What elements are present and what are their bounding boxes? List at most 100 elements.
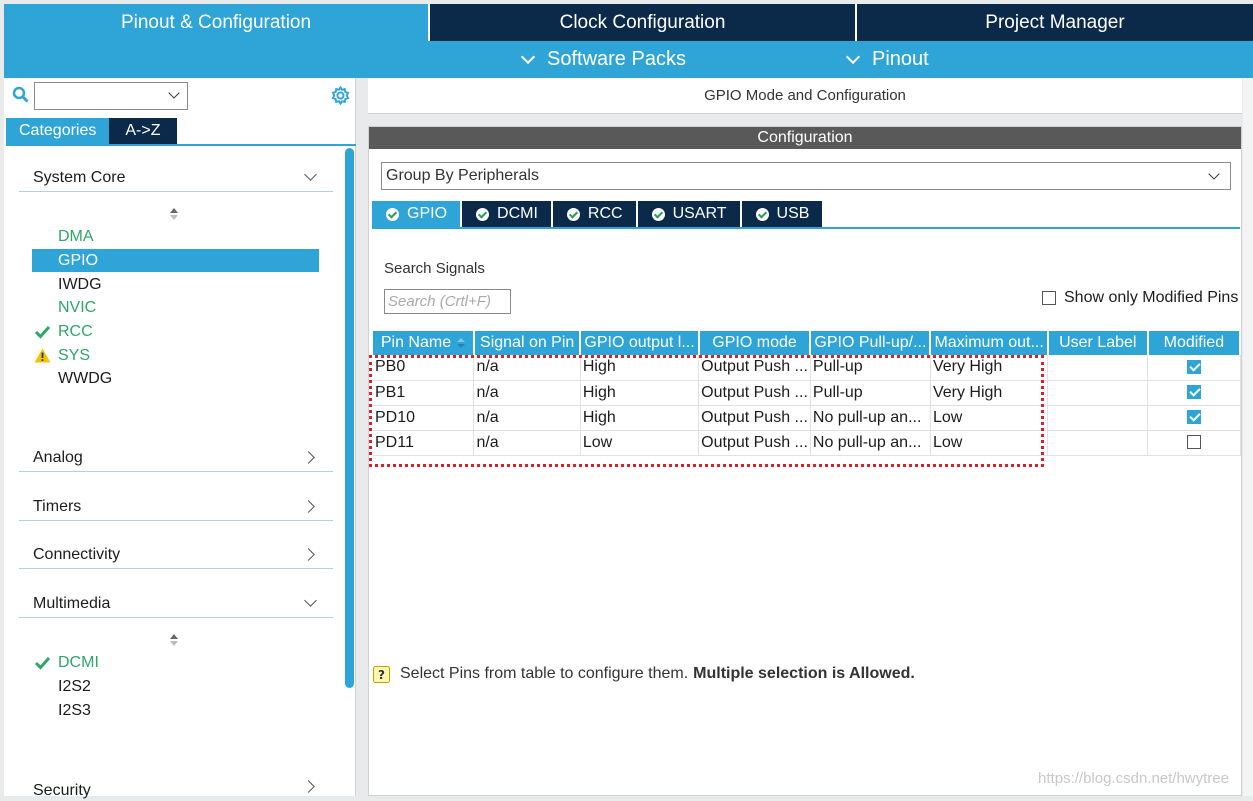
group-analog[interactable]: Analog — [19, 444, 333, 472]
cell-speed: Low — [930, 430, 1049, 456]
col-user-label[interactable]: User Label — [1047, 331, 1149, 355]
tab-categories[interactable]: Categories — [6, 118, 110, 144]
chevron-down-icon — [1208, 168, 1220, 180]
list-item-i2s2[interactable]: I2S2 — [32, 675, 319, 698]
list-item-gpio[interactable]: GPIO — [32, 249, 319, 272]
cell-pin: PB1 — [373, 380, 475, 406]
list-item-sys[interactable]: SYS — [32, 344, 319, 367]
cell-signal: n/a — [473, 405, 581, 431]
sub-menu-bar: Software Packs Pinout — [4, 41, 1253, 78]
tab-label: GPIO — [407, 205, 448, 222]
show-modified-label: Show only Modified Pins — [1064, 289, 1239, 306]
col-signal[interactable]: Signal on Pin — [473, 331, 582, 355]
show-modified-checkbox[interactable]: Show only Modified Pins — [1042, 289, 1238, 307]
cell-modified — [1147, 355, 1241, 381]
modified-checkbox[interactable] — [1186, 410, 1201, 425]
check-icon — [34, 325, 51, 339]
col-output-level[interactable]: GPIO output l... — [580, 331, 700, 355]
col-modified[interactable]: Modified — [1147, 331, 1242, 355]
list-item-dcmi[interactable]: DCMI — [32, 651, 319, 674]
group-label: Connectivity — [33, 546, 121, 563]
table-row[interactable]: PD10 n/a High Output Push ... No pull-up… — [373, 405, 1241, 431]
group-timers[interactable]: Timers — [19, 493, 333, 521]
cell-level: High — [580, 380, 700, 406]
tab-dcmi[interactable]: DCMI — [462, 201, 551, 227]
col-gpio-mode[interactable]: GPIO mode — [698, 331, 812, 355]
list-item-label: DCMI — [58, 654, 99, 671]
list-item-wwdg[interactable]: WWDG — [32, 367, 319, 390]
chevron-down-icon — [304, 168, 317, 181]
table-header-row: Pin Name Signal on Pin GPIO output l... … — [373, 331, 1242, 355]
check-icon — [34, 656, 51, 670]
list-item-i2s3[interactable]: I2S3 — [32, 699, 319, 722]
cell-signal: n/a — [473, 380, 581, 406]
cell-pull: Pull-up — [810, 355, 931, 381]
tab-project-manager[interactable]: Project Manager — [857, 4, 1253, 41]
cell-speed: Low — [930, 405, 1049, 431]
list-item-nvic[interactable]: NVIC — [32, 296, 319, 319]
cell-signal: n/a — [473, 355, 581, 381]
selection-hint: ? Select Pins from table to configure th… — [373, 665, 915, 683]
col-pin-name[interactable]: Pin Name — [373, 331, 475, 355]
tab-clock-configuration[interactable]: Clock Configuration — [430, 4, 857, 41]
cell-pull: No pull-up an... — [810, 430, 931, 456]
tab-label: DCMI — [497, 205, 538, 222]
cell-user-label[interactable] — [1047, 380, 1149, 406]
list-item-dma[interactable]: DMA — [32, 225, 319, 248]
col-pull[interactable]: GPIO Pull-up/... — [810, 331, 932, 355]
group-label: Multimedia — [33, 595, 111, 612]
cell-user-label[interactable] — [1047, 430, 1149, 456]
search-icon[interactable] — [12, 86, 29, 103]
modified-checkbox[interactable] — [1186, 385, 1201, 400]
pinout-menu[interactable]: Pinout — [845, 41, 929, 78]
list-item-iwdg[interactable]: IWDG — [32, 273, 319, 296]
table-row[interactable]: PB0 n/a High Output Push ... Pull-up Ver… — [373, 355, 1241, 381]
group-by-value: Group By Peripherals — [386, 167, 539, 184]
modified-checkbox[interactable] — [1186, 435, 1201, 450]
search-input[interactable] — [34, 82, 188, 110]
gear-icon[interactable] — [330, 85, 351, 106]
hint-bold-text: Multiple selection is Allowed. — [693, 665, 915, 682]
configuration-panel: Configuration Group By Peripherals GPIO … — [368, 126, 1242, 796]
sort-icon[interactable] — [169, 208, 179, 220]
watermark: https://blog.csdn.net/hwytree — [1038, 770, 1229, 787]
group-security[interactable]: Security — [19, 770, 333, 799]
modified-checkbox[interactable] — [1186, 360, 1201, 375]
software-packs-menu[interactable]: Software Packs — [520, 41, 686, 78]
search-signals-input[interactable]: Search (Crtl+F) — [384, 289, 511, 314]
cell-user-label[interactable] — [1047, 405, 1149, 431]
table-row[interactable]: PD11 n/a Low Output Push ... No pull-up … — [373, 430, 1241, 456]
group-multimedia[interactable]: Multimedia — [19, 590, 333, 618]
pin-table: Pin Name Signal on Pin GPIO output l... … — [373, 331, 1242, 456]
group-label: Security — [33, 782, 91, 799]
peripheral-tabs: GPIO DCMI RCC USART USB — [372, 201, 824, 227]
cell-level: High — [580, 405, 700, 431]
top-tab-bar: Pinout & Configuration Clock Configurati… — [4, 4, 1253, 41]
panel-edge — [1243, 78, 1253, 796]
tab-usb[interactable]: USB — [741, 201, 823, 227]
group-system-core[interactable]: System Core — [19, 164, 333, 192]
list-item-rcc[interactable]: RCC — [32, 320, 319, 343]
group-by-select[interactable]: Group By Peripherals — [381, 162, 1231, 190]
tab-pinout-configuration[interactable]: Pinout & Configuration — [4, 4, 430, 41]
cell-user-label[interactable] — [1047, 355, 1149, 381]
tab-usart[interactable]: USART — [637, 201, 740, 227]
cell-modified — [1147, 380, 1241, 406]
group-connectivity[interactable]: Connectivity — [19, 541, 333, 569]
table-row[interactable]: PB1 n/a High Output Push ... Pull-up Ver… — [373, 380, 1241, 406]
svg-text:?: ? — [378, 668, 385, 682]
scrollbar-thumb[interactable] — [345, 148, 354, 688]
tab-a-z[interactable]: A->Z — [109, 118, 177, 144]
checkbox[interactable] — [1042, 291, 1056, 305]
tab-gpio[interactable]: GPIO — [372, 201, 461, 227]
tab-rcc[interactable]: RCC — [552, 201, 636, 227]
help-icon: ? — [373, 665, 390, 683]
chevron-right-icon — [302, 451, 315, 464]
cell-pull: Pull-up — [810, 380, 931, 406]
check-circle-icon — [386, 207, 399, 221]
sort-icon[interactable] — [169, 634, 179, 646]
cell-level: Low — [580, 430, 700, 456]
cell-mode: Output Push ... — [698, 355, 811, 381]
cell-speed: Very High — [930, 380, 1049, 406]
col-max-speed[interactable]: Maximum out... — [930, 331, 1049, 355]
